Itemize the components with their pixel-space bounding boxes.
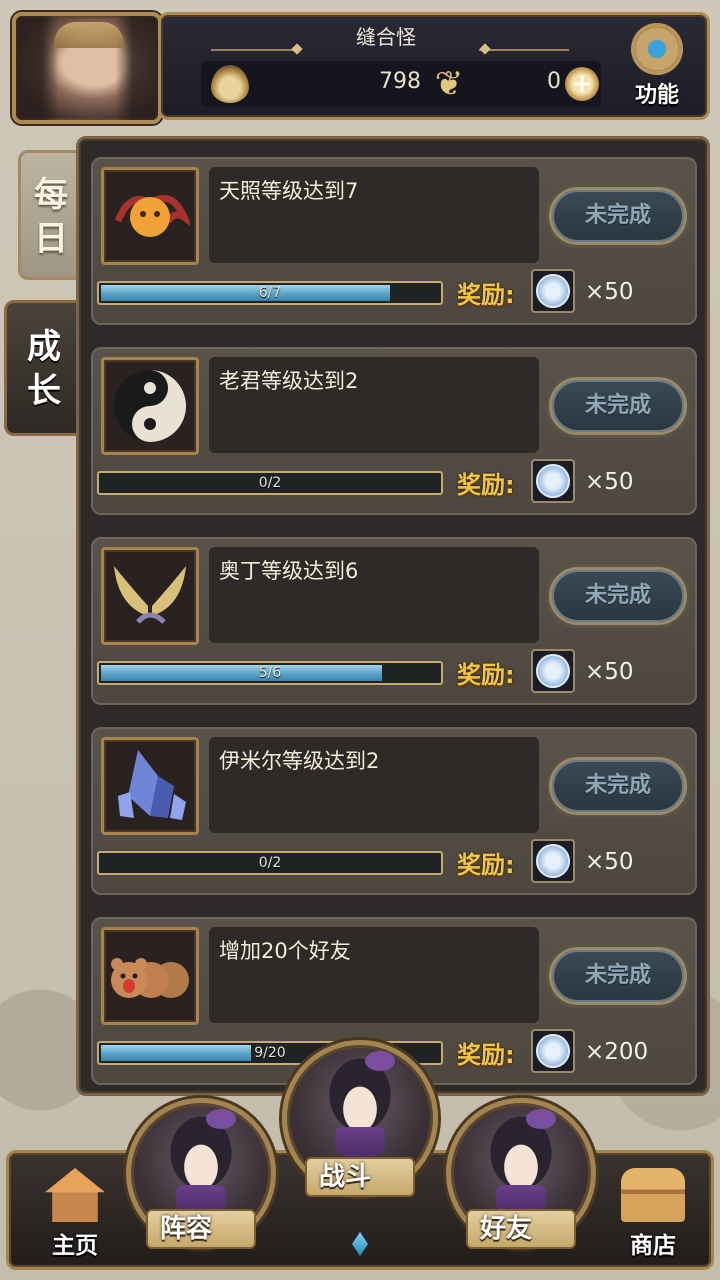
incomplete-button[interactable]: 未完成 [549,567,687,625]
nav-shop-label: 商店 [630,1233,676,1259]
incomplete-button[interactable]: 未完成 [549,947,687,1005]
progress-bar: 5/6 [97,661,443,685]
progress-bar: 0/2 [97,471,443,495]
nav-home-label: 主页 [52,1233,98,1259]
function-label: 功能 [634,83,679,108]
coin-icon [531,269,575,313]
header: 缝合怪 798 ❦ 0 + 功能 [8,8,712,124]
quest-title: 天照等级达到7 [209,167,539,263]
bears-icon [101,927,199,1025]
nav-lineup-button[interactable]: 阵容 [126,1098,276,1249]
nav-home-button[interactable]: 主页 [20,1160,130,1270]
progress-text: 0/2 [258,475,282,491]
bow [365,1051,395,1071]
tab-growth[interactable]: 成长 [4,300,84,436]
coin-icon [531,459,575,503]
quest-title: 增加20个好友 [209,927,539,1023]
reward-amount: ×50 [585,849,634,875]
progress-text: 5/6 [258,665,282,681]
nav-shop-button[interactable]: 商店 [598,1160,708,1270]
reward-label: 奖励: [457,1041,515,1069]
reward-amount: ×50 [585,469,634,495]
player-name: 缝合怪 [356,25,416,49]
coin-icon [531,649,575,693]
coin [536,654,570,688]
function-button[interactable]: 功能 [617,19,697,115]
progress-text: 6/7 [258,285,282,301]
tab-daily-label: 每日 [34,175,68,259]
coin-icon [531,1029,575,1073]
tab-growth-label: 成长 [27,327,61,411]
gem-value: 0 [547,69,561,94]
bow [206,1109,236,1129]
gear-icon [631,23,683,75]
wings-icon [101,547,199,645]
coin [536,844,570,878]
progress-text: 0/2 [258,855,282,871]
quest-title: 奥丁等级达到6 [209,547,539,643]
quest-title: 老君等级达到2 [209,357,539,453]
coin [536,464,570,498]
reward-amount: ×200 [585,1039,649,1065]
dress [335,1127,385,1157]
incomplete-button[interactable]: 未完成 [549,187,687,245]
quest-item: 伊米尔等级达到2 未完成 0/2 奖励: ×50 [91,727,697,895]
character-icon [321,1051,399,1157]
player-info-panel: 缝合怪 798 ❦ 0 + 功能 [158,12,710,120]
character-icon [162,1109,240,1215]
reward-label: 奖励: [457,851,515,879]
add-currency-icon[interactable]: + [565,67,599,101]
treasure-chest-icon [621,1168,685,1222]
gold-value: 798 [379,69,421,94]
coin-icon [531,839,575,883]
bow [526,1109,556,1129]
flame-icon [211,65,249,103]
nav-battle-button[interactable]: 战斗 [282,1040,438,1197]
butterfly-icon: ❦ [434,64,464,104]
quest-list[interactable]: 天照等级达到7 未完成 6/7 奖励: ×50 老君等级达到2 未完成 0/2 … [76,136,710,1096]
reward-amount: ×50 [585,279,634,305]
nav-lineup-label: 阵容 [146,1209,256,1249]
avatar-crown [54,22,124,48]
quest-item: 天照等级达到7 未完成 6/7 奖励: ×50 [91,157,697,325]
quest-item: 奥丁等级达到6 未完成 5/6 奖励: ×50 [91,537,697,705]
reward-label: 奖励: [457,471,515,499]
nav-friends-button[interactable]: 好友 [446,1098,596,1249]
progress-bar: 6/7 [97,281,443,305]
currency-row: 798 ❦ 0 + [201,61,601,107]
tab-daily[interactable]: 每日 [18,150,84,280]
quest-item: 老君等级达到2 未完成 0/2 奖励: ×50 [91,347,697,515]
coin [536,274,570,308]
house-icon [45,1168,105,1222]
incomplete-button[interactable]: 未完成 [549,377,687,435]
reward-label: 奖励: [457,661,515,689]
quest-title: 伊米尔等级达到2 [209,737,539,833]
reward-label: 奖励: [457,281,515,309]
character-icon [482,1109,560,1215]
progress-bar: 0/2 [97,851,443,875]
player-avatar[interactable] [12,12,162,124]
coin [536,1034,570,1068]
nav-battle-label: 战斗 [305,1157,415,1197]
crystal-icon [101,737,199,835]
yin-yang-icon [101,357,199,455]
nav-friends-label: 好友 [466,1209,576,1249]
amaterasu-icon [101,167,199,265]
reward-amount: ×50 [585,659,634,685]
incomplete-button[interactable]: 未完成 [549,757,687,815]
